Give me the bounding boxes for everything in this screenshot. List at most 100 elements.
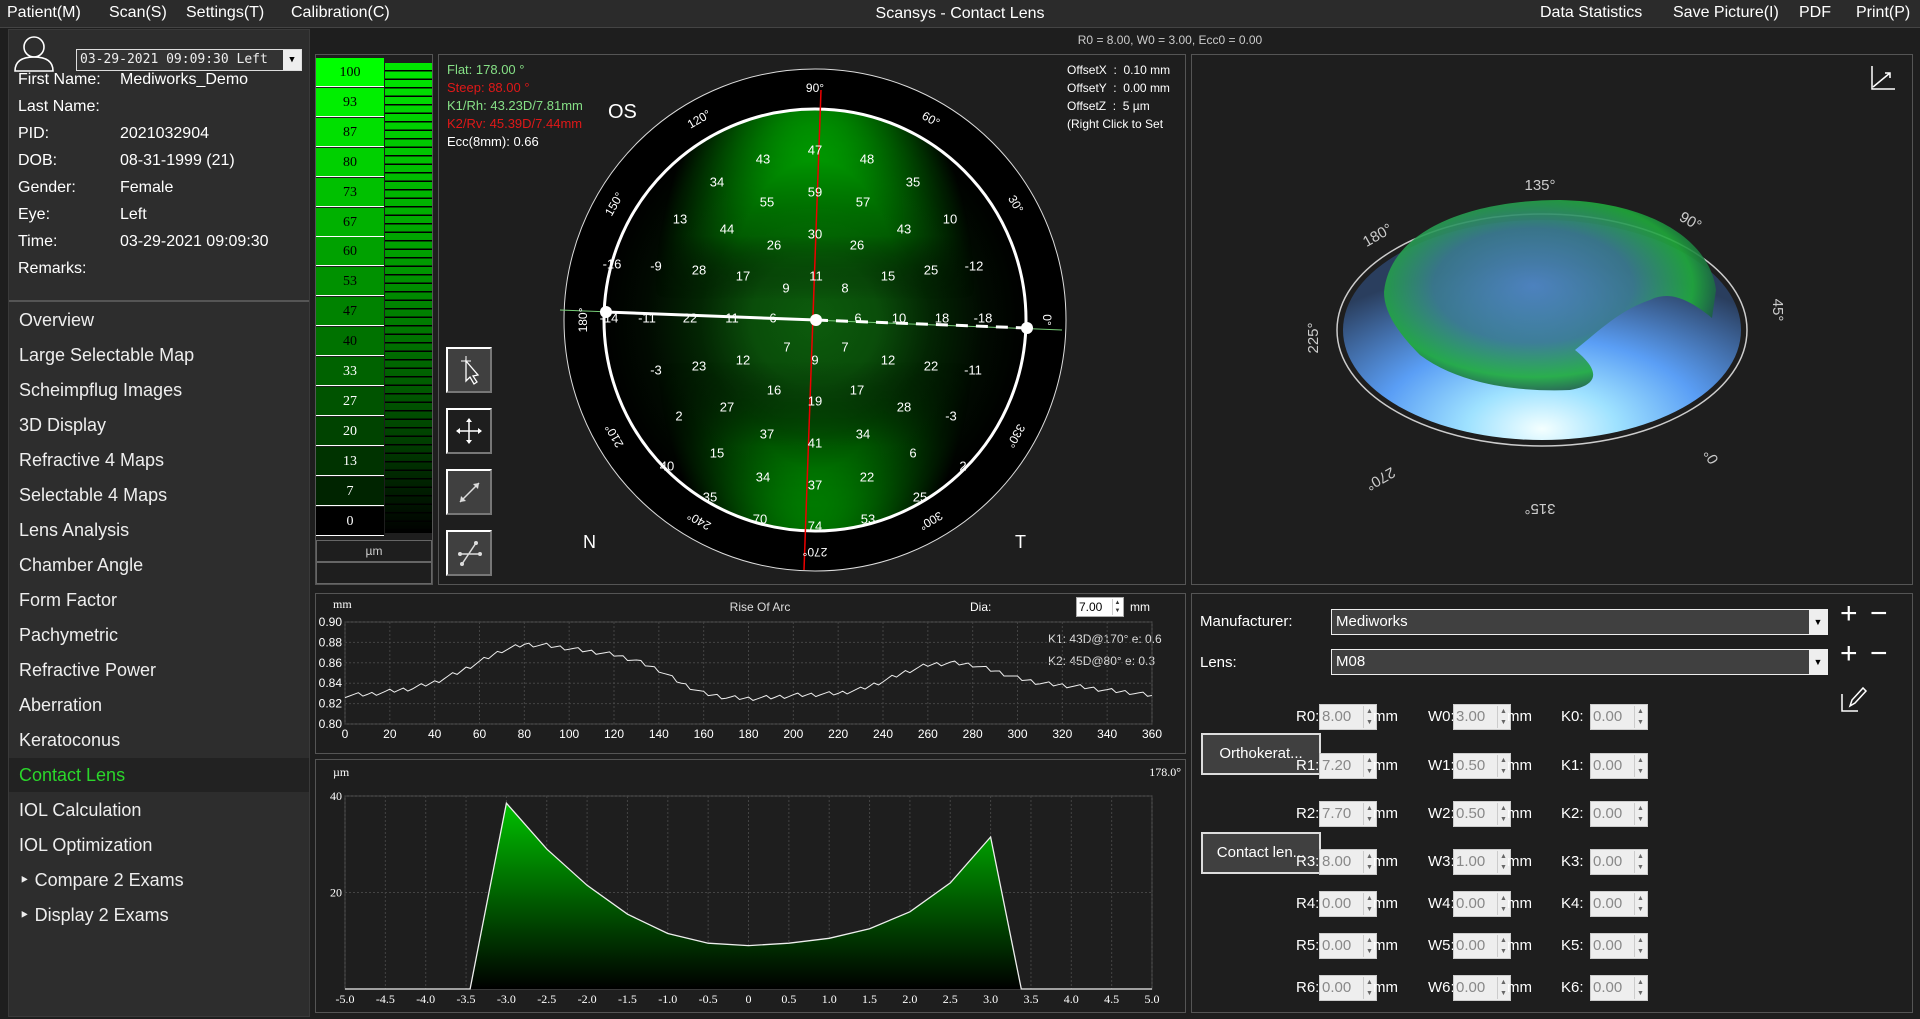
menu-pdf[interactable]: PDF xyxy=(1799,4,1831,22)
nav-item-aberration[interactable]: Aberration xyxy=(9,688,309,722)
nav-item-display-2-exams[interactable]: ‣ Display 2 Exams xyxy=(9,898,309,932)
param-input-w6[interactable]: 0.00 ▲ ▼ xyxy=(1453,975,1511,1001)
param-input-k3[interactable]: 0.00 ▲ ▼ xyxy=(1590,849,1648,875)
manufacturer-select[interactable]: Mediworks ▼ xyxy=(1331,609,1828,635)
param-input-k2[interactable]: 0.00 ▲ ▼ xyxy=(1590,801,1648,827)
param-input-r3[interactable]: 8.00 ▲ ▼ xyxy=(1319,849,1377,875)
menu-save-picture-i[interactable]: Save Picture(I) xyxy=(1673,4,1779,22)
nav-item-form-factor[interactable]: Form Factor xyxy=(9,583,309,617)
param-input-w5[interactable]: 0.00 ▲ ▼ xyxy=(1453,933,1511,959)
param-input-k6[interactable]: 0.00 ▲ ▼ xyxy=(1590,975,1648,1001)
map-value: 22 xyxy=(683,310,697,325)
nav-item-keratoconus[interactable]: Keratoconus xyxy=(9,723,309,757)
param-input-r0[interactable]: 8.00 ▲ ▼ xyxy=(1319,704,1377,730)
param-input-w1[interactable]: 0.50 ▲ ▼ xyxy=(1453,753,1511,779)
param-label-k6: K6: xyxy=(1561,979,1584,996)
map-value: 15 xyxy=(881,268,895,283)
param-input-w4[interactable]: 0.00 ▲ ▼ xyxy=(1453,891,1511,917)
exam-select[interactable]: 03-29-2021 09:09:30 Left ▼ xyxy=(76,49,302,71)
param-label-w1: W1: xyxy=(1428,757,1455,774)
param-input-r5[interactable]: 0.00 ▲ ▼ xyxy=(1319,933,1377,959)
param-input-w3[interactable]: 1.00 ▲ ▼ xyxy=(1453,849,1511,875)
add-manufacturer-icon[interactable]: + xyxy=(1840,599,1858,629)
nav-item-selectable-4-maps[interactable]: Selectable 4 Maps xyxy=(9,478,309,512)
map-value: 18 xyxy=(935,310,949,325)
chevron-down-icon[interactable]: ▼ xyxy=(1809,610,1827,634)
map-value: 10 xyxy=(943,211,957,226)
unit-label: mm xyxy=(1507,708,1532,725)
map-value: 28 xyxy=(692,262,706,277)
nav-item-refractive-4-maps[interactable]: Refractive 4 Maps xyxy=(9,443,309,477)
x-tick-label: 4.0 xyxy=(1064,992,1079,1006)
remove-manufacturer-icon[interactable]: − xyxy=(1870,599,1888,629)
spinner-arrows-icon[interactable]: ▲ ▼ xyxy=(1634,893,1646,915)
param-input-w0[interactable]: 3.00 ▲ ▼ xyxy=(1453,704,1511,730)
edit-icon[interactable] xyxy=(1840,686,1868,714)
map-value: 9 xyxy=(811,352,818,367)
manufacturer-value: Mediworks xyxy=(1336,613,1408,630)
param-label-r0: R0: xyxy=(1296,708,1320,725)
nav-item-pachymetric[interactable]: Pachymetric xyxy=(9,618,309,652)
3d-cornea-view[interactable]: 135° 90° 45° 0° 315° 270° 225° 180° xyxy=(1191,54,1913,585)
spinner-arrows-icon[interactable]: ▲ ▼ xyxy=(1634,803,1646,825)
param-input-w2[interactable]: 0.50 ▲ ▼ xyxy=(1453,801,1511,827)
plot-area xyxy=(344,621,1153,725)
y-axis-label: µm xyxy=(333,765,350,779)
spinner-arrows-icon[interactable]: ▲ ▼ xyxy=(1634,977,1646,999)
x-tick-label: 40 xyxy=(428,727,442,741)
map-value: 47 xyxy=(808,142,822,157)
map-value: -11 xyxy=(638,310,656,325)
field-label: First Name: xyxy=(18,71,101,88)
param-label-w0: W0: xyxy=(1428,708,1455,725)
patient-field-last-name: Last Name: xyxy=(18,98,100,116)
nav-item-chamber-angle[interactable]: Chamber Angle xyxy=(9,548,309,582)
nav-item-lens-analysis[interactable]: Lens Analysis xyxy=(9,513,309,547)
menu-print-p[interactable]: Print(P) xyxy=(1856,4,1910,22)
x-tick-label: 4.5 xyxy=(1104,992,1119,1006)
spinner-arrows-icon[interactable]: ▲ ▼ xyxy=(1634,851,1646,873)
spinner-arrows-icon[interactable]: ▲ ▼ xyxy=(1634,935,1646,957)
nav-item-scheimpflug-images[interactable]: Scheimpflug Images xyxy=(9,373,309,407)
nav-item-iol-optimization[interactable]: IOL Optimization xyxy=(9,828,309,862)
spinner-arrows-icon[interactable]: ▲ ▼ xyxy=(1634,706,1646,728)
nav-item-refractive-power[interactable]: Refractive Power xyxy=(9,653,309,687)
field-value: 08-31-1999 (21) xyxy=(120,152,235,169)
remove-lens-icon[interactable]: − xyxy=(1870,639,1888,669)
map-value: 8 xyxy=(841,280,848,295)
map-value: 53 xyxy=(861,511,875,526)
spinner-arrows-icon[interactable]: ▲ ▼ xyxy=(1634,755,1646,777)
map-value: 23 xyxy=(692,358,706,373)
nav-item-3d-display[interactable]: 3D Display xyxy=(9,408,309,442)
elevation-map[interactable]: 0°30°60°90°120°150°180°210°240°270°300°3… xyxy=(438,54,1186,585)
param-input-k0[interactable]: 0.00 ▲ ▼ xyxy=(1590,704,1648,730)
param-input-k4[interactable]: 0.00 ▲ ▼ xyxy=(1590,891,1648,917)
map-value: -14 xyxy=(600,310,619,325)
map-value: 40 xyxy=(660,458,674,473)
scale-unit: µm xyxy=(316,540,432,562)
param-value: 0.00 xyxy=(1456,895,1486,912)
param-input-r2[interactable]: 7.70 ▲ ▼ xyxy=(1319,801,1377,827)
axis-handle-right[interactable] xyxy=(1021,322,1033,334)
axis-handle-center[interactable] xyxy=(810,314,822,326)
nav-item-iol-calculation[interactable]: IOL Calculation xyxy=(9,793,309,827)
param-input-k1[interactable]: 0.00 ▲ ▼ xyxy=(1590,753,1648,779)
field-label: Gender: xyxy=(18,179,76,196)
chevron-down-icon[interactable]: ▼ xyxy=(1809,650,1827,674)
nav-item-contact-lens[interactable]: Contact Lens xyxy=(9,758,309,792)
param-input-r1[interactable]: 7.20 ▲ ▼ xyxy=(1319,753,1377,779)
param-input-r6[interactable]: 0.00 ▲ ▼ xyxy=(1319,975,1377,1001)
nav-item-compare-2-exams[interactable]: ‣ Compare 2 Exams xyxy=(9,863,309,897)
nav-item-overview[interactable]: Overview xyxy=(9,303,309,337)
scale-cell: 60 xyxy=(316,237,384,267)
chevron-down-icon[interactable]: ▼ xyxy=(283,50,301,70)
x-tick-label: 280 xyxy=(963,727,983,741)
param-input-r4[interactable]: 0.00 ▲ ▼ xyxy=(1319,891,1377,917)
lens-select[interactable]: M08 ▼ xyxy=(1331,649,1828,675)
menu-data-statistics[interactable]: Data Statistics xyxy=(1540,4,1642,22)
nav-item-large-selectable-map[interactable]: Large Selectable Map xyxy=(9,338,309,372)
x-tick-label: 160 xyxy=(694,727,714,741)
add-lens-icon[interactable]: + xyxy=(1840,639,1858,669)
scale-cell: 27 xyxy=(316,386,384,416)
map-value: 19 xyxy=(808,393,822,408)
param-input-k5[interactable]: 0.00 ▲ ▼ xyxy=(1590,933,1648,959)
